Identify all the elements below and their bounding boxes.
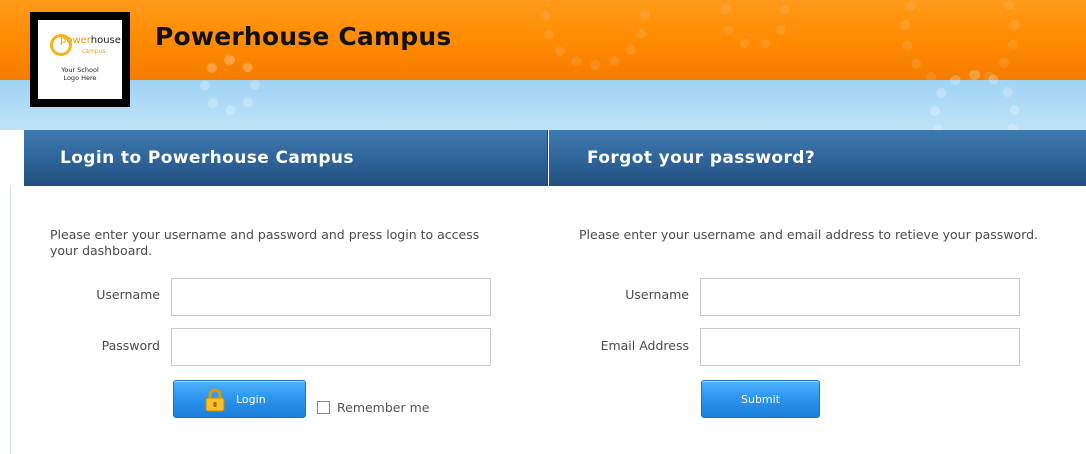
login-intro-text: Please enter your username and password … [50,227,480,258]
lock-icon [205,388,225,412]
login-panel-heading: Login to Powerhouse Campus [24,130,548,186]
login-username-input[interactable] [171,278,491,316]
site-title: Powerhouse Campus [155,22,452,51]
forgot-email-label: Email Address [600,338,689,353]
forgot-email-input[interactable] [700,328,1020,366]
login-password-label: Password [101,338,160,353]
login-button-label: Login [236,393,266,406]
forgot-panel-heading: Forgot your password? [549,130,1086,186]
logo-word-power: power [60,35,91,46]
logo-word-campus: campus [82,48,106,55]
sky-gear-decoration [200,55,260,115]
submit-button[interactable]: Submit [701,380,820,418]
forgot-heading-text: Forgot your password? [587,148,816,168]
forgot-username-label: Username [625,287,689,302]
logo-inner: powerhouse campus Your School Logo Here [38,20,122,99]
login-username-label: Username [96,287,160,302]
logo-wordmark: powerhouse [60,35,121,46]
logo-caption: Your School Logo Here [61,66,99,82]
sky-band [0,55,1086,160]
submit-button-label: Submit [740,392,781,406]
login-heading-text: Login to Powerhouse Campus [60,148,354,168]
login-password-input[interactable] [171,328,491,366]
forgot-intro-text: Please enter your username and email add… [579,227,1039,242]
top-banner: Powerhouse Campus [0,0,1086,80]
school-logo: powerhouse campus Your School Logo Here [30,12,130,107]
logo-word-house: house [90,35,121,46]
banner-gear-decoration [720,0,790,50]
remember-me[interactable]: Remember me [317,400,429,415]
banner-gear-decoration [540,0,650,70]
banner-gear-decoration [900,0,1020,80]
forgot-username-input[interactable] [700,278,1020,316]
checkbox-icon[interactable] [317,401,330,414]
login-button[interactable]: Login [173,380,306,418]
remember-me-label: Remember me [337,400,430,415]
